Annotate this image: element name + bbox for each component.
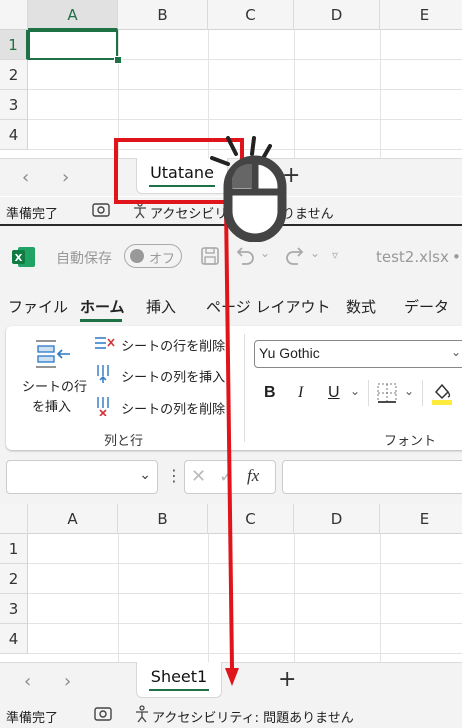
drag-arrow bbox=[224, 205, 239, 686]
mouse-click-icon bbox=[210, 136, 287, 242]
